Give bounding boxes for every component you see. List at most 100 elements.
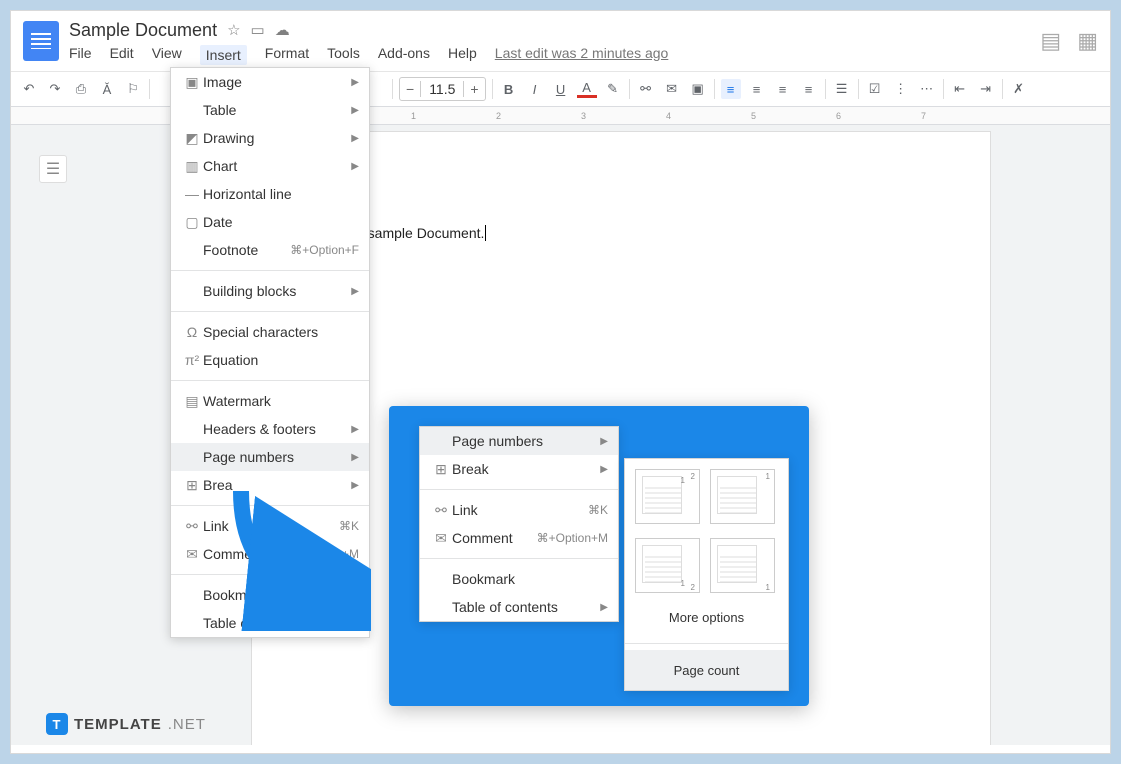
break-icon: ⊞ [181, 477, 203, 494]
pi-icon: π² [181, 352, 203, 368]
cloud-icon[interactable]: ☁ [275, 21, 290, 39]
indent-increase-icon[interactable]: ⇥ [976, 79, 996, 99]
mi-hr[interactable]: —Horizontal line [171, 180, 369, 208]
separator [629, 79, 630, 99]
italic-icon[interactable]: I [525, 79, 545, 99]
doc-title[interactable]: Sample Document [69, 20, 217, 41]
numbered-list-icon[interactable]: ⋯ [917, 79, 937, 99]
line-spacing-icon[interactable]: ☰ [832, 79, 852, 99]
mi-footnote[interactable]: Footnote⌘+Option+F [171, 236, 369, 264]
menubar: File Edit View Insert Format Tools Add-o… [69, 45, 1030, 65]
pn-option-header-right-skip[interactable]: 1 [710, 469, 775, 524]
star-icon[interactable]: ☆ [227, 21, 240, 39]
underline-icon[interactable]: U [551, 79, 571, 99]
smi-toc[interactable]: Table of contents▶ [420, 593, 618, 621]
smi-link[interactable]: ⚯Link⌘K [420, 496, 618, 524]
page-numbers-panel: 12 1 12 1 More options Page count [624, 458, 789, 691]
paint-format-icon[interactable]: ⚐ [123, 79, 143, 99]
align-center-icon[interactable]: ≡ [747, 79, 767, 99]
separator [943, 79, 944, 99]
align-right-icon[interactable]: ≡ [773, 79, 793, 99]
mi-equation[interactable]: π²Equation [171, 346, 369, 374]
separator [492, 79, 493, 99]
clear-format-icon[interactable]: ✗ [1009, 79, 1029, 99]
watermark-brand: T TEMPLATE.NET [46, 713, 206, 735]
separator [858, 79, 859, 99]
page-count[interactable]: Page count [625, 650, 788, 690]
menu-help[interactable]: Help [448, 45, 477, 65]
mi-date[interactable]: ▢Date [171, 208, 369, 236]
print-icon[interactable]: ⎙ [71, 79, 91, 99]
link-icon: ⚯ [430, 502, 452, 519]
menu-file[interactable]: File [69, 45, 92, 65]
separator [1002, 79, 1003, 99]
checklist-icon[interactable]: ☑ [865, 79, 885, 99]
mi-watermark[interactable]: ▤Watermark [171, 387, 369, 415]
callout: Page numbers▶ ⊞Break▶ ⚯Link⌘K ✉Comment⌘+… [389, 406, 809, 706]
mi-image[interactable]: ▣Image▶ [171, 68, 369, 96]
edit-status[interactable]: Last edit was 2 minutes ago [495, 45, 669, 65]
smi-bookmark[interactable]: Bookmark [420, 565, 618, 593]
more-options[interactable]: More options [625, 597, 788, 637]
line-icon: — [181, 186, 203, 202]
image-insert-icon[interactable]: ▣ [688, 79, 708, 99]
increase-font-icon[interactable]: + [464, 81, 484, 97]
pn-option-footer-right[interactable]: 12 [635, 538, 700, 593]
menu-insert[interactable]: Insert [200, 45, 247, 65]
mi-page-numbers[interactable]: Page numbers▶ [171, 443, 369, 471]
bold-icon[interactable]: B [499, 79, 519, 99]
bulleted-list-icon[interactable]: ⋮ [891, 79, 911, 99]
comment-icon[interactable]: ✉ [662, 79, 682, 99]
smi-break[interactable]: ⊞Break▶ [420, 455, 618, 483]
font-size[interactable]: − 11.5 + [399, 77, 486, 101]
mi-chart[interactable]: ▥Chart▶ [171, 152, 369, 180]
drawing-icon: ◩ [181, 130, 203, 147]
pn-option-footer-right-skip[interactable]: 1 [710, 538, 775, 593]
calendar-icon: ▢ [181, 214, 203, 231]
t-icon: T [46, 713, 68, 735]
separator [149, 79, 150, 99]
meet-icon[interactable]: ▦ [1077, 28, 1098, 54]
break-icon: ⊞ [430, 461, 452, 478]
align-justify-icon[interactable]: ≡ [799, 79, 819, 99]
mi-headers[interactable]: Headers & footers▶ [171, 415, 369, 443]
comment-icon: ✉ [430, 530, 452, 547]
menu-tools[interactable]: Tools [327, 45, 360, 65]
spellcheck-icon[interactable]: Ǎ [97, 79, 117, 99]
link-icon: ⚯ [181, 518, 203, 535]
omega-icon: Ω [181, 324, 203, 340]
separator [392, 79, 393, 99]
undo-icon[interactable]: ↶ [19, 79, 39, 99]
text-color-icon[interactable]: A [577, 80, 597, 98]
menu-view[interactable]: View [152, 45, 182, 65]
chart-icon: ▥ [181, 158, 203, 175]
redo-icon[interactable]: ↷ [45, 79, 65, 99]
menu-format[interactable]: Format [265, 45, 309, 65]
decrease-font-icon[interactable]: − [400, 81, 420, 97]
arrow-icon [211, 481, 371, 631]
document-text: a sample Document. [356, 225, 486, 241]
mi-drawing[interactable]: ◩Drawing▶ [171, 124, 369, 152]
font-size-value[interactable]: 11.5 [420, 81, 464, 97]
smi-page-numbers[interactable]: Page numbers▶ [420, 427, 618, 455]
mi-special[interactable]: ΩSpecial characters [171, 318, 369, 346]
outline-toggle-icon[interactable]: ☰ [39, 155, 67, 183]
indent-decrease-icon[interactable]: ⇤ [950, 79, 970, 99]
pn-option-header-right[interactable]: 12 [635, 469, 700, 524]
separator [714, 79, 715, 99]
comments-icon[interactable]: ▤ [1040, 28, 1061, 54]
mi-table[interactable]: Table▶ [171, 96, 369, 124]
link-icon[interactable]: ⚯ [636, 79, 656, 99]
watermark-icon: ▤ [181, 393, 203, 410]
sub-insert-menu: Page numbers▶ ⊞Break▶ ⚯Link⌘K ✉Comment⌘+… [419, 426, 619, 622]
smi-comment[interactable]: ✉Comment⌘+Option+M [420, 524, 618, 552]
align-left-icon[interactable]: ≡ [721, 79, 741, 99]
mi-blocks[interactable]: Building blocks▶ [171, 277, 369, 305]
highlight-icon[interactable]: ✎ [603, 79, 623, 99]
docs-logo[interactable] [23, 21, 59, 61]
image-icon: ▣ [181, 74, 203, 91]
menu-addons[interactable]: Add-ons [378, 45, 430, 65]
folder-move-icon[interactable]: ▭ [251, 21, 265, 39]
header: Sample Document ☆ ▭ ☁ File Edit View Ins… [11, 11, 1110, 71]
menu-edit[interactable]: Edit [110, 45, 134, 65]
